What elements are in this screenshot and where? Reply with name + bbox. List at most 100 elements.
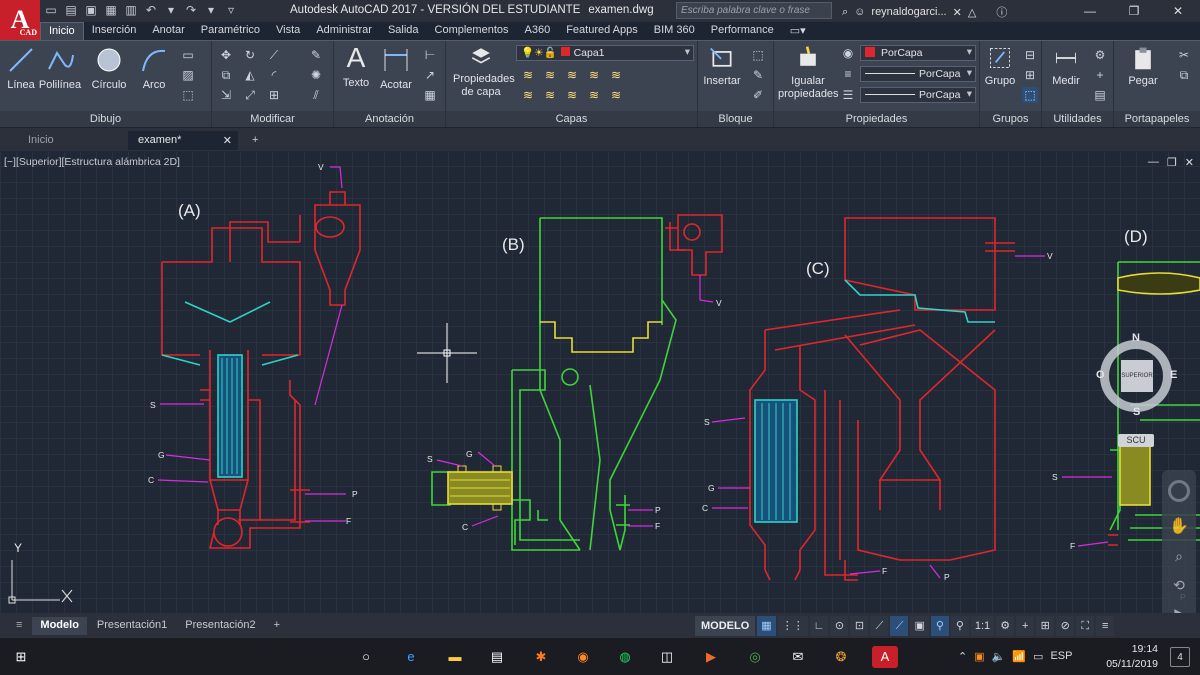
tab-insercion[interactable]: Inserción xyxy=(84,22,145,40)
plot-icon[interactable]: ▥ xyxy=(124,3,138,17)
doc-tab-close-icon[interactable]: ✕ xyxy=(223,134,232,147)
lineweight-toggle-icon[interactable]: ⟋ xyxy=(890,616,909,636)
clock[interactable]: 19:14 05/11/2019 xyxy=(1106,642,1158,672)
save-icon[interactable]: ▣ xyxy=(84,3,98,17)
offset-icon[interactable]: ⫽ xyxy=(308,87,324,103)
tab-vista[interactable]: Vista xyxy=(268,22,308,40)
rotate-icon[interactable]: ↻ xyxy=(242,47,258,63)
viewcube-east[interactable]: E xyxy=(1170,369,1177,381)
linetype-dropdown[interactable]: PorCapa xyxy=(860,66,976,82)
mail-icon[interactable]: ✉ xyxy=(787,646,809,668)
panel-title-dibujo[interactable]: Dibujo xyxy=(0,111,211,127)
tab-featured-apps[interactable]: Featured Apps xyxy=(558,22,646,40)
osnap-icon[interactable]: ⊡ xyxy=(850,616,869,636)
block-create-icon[interactable]: ⬚ xyxy=(750,47,766,63)
layer-isolate-icon[interactable]: ≋ xyxy=(520,67,536,83)
layout-tab-presentacion2[interactable]: Presentación2 xyxy=(177,617,263,635)
layer-off-icon[interactable]: ≋ xyxy=(564,67,580,83)
app-icon-box[interactable]: ◫ xyxy=(656,646,678,668)
viewcube-north[interactable]: N xyxy=(1132,332,1140,344)
layer-previous-icon[interactable]: ≋ xyxy=(542,87,558,103)
polyline-button[interactable]: Polilínea xyxy=(38,45,82,92)
ribbon-options-icon[interactable]: ▭▾ xyxy=(782,22,814,40)
undo-dropdown-icon[interactable]: ▾ xyxy=(164,3,178,17)
cortana-icon[interactable]: ○ xyxy=(355,646,377,668)
layer-lock-tool-icon[interactable]: ≋ xyxy=(608,67,624,83)
exchange-icon[interactable]: ✕ xyxy=(953,6,962,19)
calculator-icon[interactable]: ▤ xyxy=(1092,87,1108,103)
point-icon[interactable]: + xyxy=(1092,67,1108,83)
windows-start-icon[interactable]: ⊞ xyxy=(10,646,32,668)
units-icon[interactable]: ⊞ xyxy=(1036,616,1055,636)
doc-tab-inicio[interactable]: Inicio xyxy=(18,131,64,150)
copy-clip-icon[interactable]: ⧉ xyxy=(1176,67,1192,83)
tab-complementos[interactable]: Complementos xyxy=(427,22,517,40)
lineweight-dropdown[interactable]: PorCapa xyxy=(860,87,976,103)
app-icon-orange[interactable]: ❂ xyxy=(830,646,852,668)
tab-anotar[interactable]: Anotar xyxy=(144,22,192,40)
otrack-icon[interactable]: ⟋ xyxy=(870,616,889,636)
showmotion-icon[interactable]: ▶ xyxy=(1162,606,1196,613)
layout-tab-presentacion1[interactable]: Presentación1 xyxy=(89,617,175,635)
edge-icon[interactable]: e xyxy=(400,646,422,668)
firefox-icon[interactable]: ◉ xyxy=(572,646,594,668)
new-tab-icon[interactable]: + xyxy=(242,131,268,150)
quick-select-icon[interactable]: ⚙ xyxy=(1092,47,1108,63)
array-icon[interactable]: ⊞ xyxy=(266,87,282,103)
zoom-extents-icon[interactable]: ⌕ xyxy=(1162,548,1196,565)
fullscreen-icon[interactable]: ⛶ xyxy=(1076,616,1095,636)
measure-button[interactable]: Medir xyxy=(1044,45,1088,88)
layout-menu-icon[interactable]: ≡ xyxy=(8,617,30,635)
file-explorer-icon[interactable]: ▬ xyxy=(444,646,466,668)
isolate-objects-icon[interactable]: ⊘ xyxy=(1056,616,1075,636)
application-menu-button[interactable]: A CAD xyxy=(0,0,40,40)
table-icon[interactable]: ▦ xyxy=(422,87,438,103)
ortho-icon[interactable]: ∟ xyxy=(809,616,829,636)
user-icon[interactable]: ☺ xyxy=(854,6,865,18)
tab-a360[interactable]: A360 xyxy=(517,22,559,40)
multileader-icon[interactable]: ↗ xyxy=(422,67,438,83)
viewcube-west[interactable]: O xyxy=(1096,369,1105,381)
save-as-icon[interactable]: ▦ xyxy=(104,3,118,17)
annotation-monitor-icon[interactable]: + xyxy=(1016,616,1035,636)
wcs-menu[interactable]: SCU xyxy=(1118,434,1154,447)
rectangle-icon[interactable]: ▭ xyxy=(180,47,196,63)
action-center-icon[interactable]: 4 xyxy=(1170,647,1190,667)
leader-icon[interactable]: ⊢ xyxy=(422,47,438,63)
workspace-gear-icon[interactable]: ⚙ xyxy=(996,616,1015,636)
spotify-icon[interactable]: ◍ xyxy=(614,646,636,668)
open-icon[interactable]: ▤ xyxy=(64,3,78,17)
match-properties-button[interactable]: Igualar propiedades xyxy=(776,45,840,101)
fillet-icon[interactable]: ◜ xyxy=(266,67,282,83)
cut-icon[interactable]: ✂ xyxy=(1176,47,1192,63)
autocad-taskbar-icon[interactable]: A xyxy=(872,646,898,668)
lineweight-icon[interactable]: ☰ xyxy=(840,87,856,103)
paste-button[interactable]: Pegar xyxy=(1122,45,1164,88)
redo-icon[interactable]: ↷ xyxy=(184,3,198,17)
color-dropdown[interactable]: PorCapa xyxy=(860,45,976,61)
panel-title-modificar[interactable]: Modificar xyxy=(212,111,333,127)
user-name[interactable]: reynaldogarci... xyxy=(871,6,946,18)
mirror-icon[interactable]: ◭ xyxy=(242,67,258,83)
grid-icon[interactable]: ▦ xyxy=(757,616,776,636)
hatch-icon[interactable]: ▨ xyxy=(180,67,196,83)
panel-title-anotacion[interactable]: Anotación xyxy=(334,111,445,127)
explode-icon[interactable]: ✺ xyxy=(308,67,324,83)
layer-properties-button[interactable]: Propiedades de capa xyxy=(448,45,515,99)
qat-customize-icon[interactable]: ▿ xyxy=(224,3,238,17)
viewcube-south[interactable]: S xyxy=(1133,406,1140,418)
circle-button[interactable]: Círculo xyxy=(88,45,130,92)
viewcube-face[interactable]: SUPERIOR xyxy=(1121,360,1153,392)
layer-dropdown[interactable]: 💡☀🔓 Capa1 xyxy=(516,45,694,61)
text-button[interactable]: A Texto xyxy=(338,43,374,90)
copy-icon[interactable]: ⧉ xyxy=(218,67,234,83)
panel-title-grupos[interactable]: Grupos xyxy=(980,111,1041,127)
redo-dropdown-icon[interactable]: ▾ xyxy=(204,3,218,17)
store-icon[interactable]: ▤ xyxy=(486,646,508,668)
media-player-icon[interactable]: ▶ xyxy=(700,646,722,668)
chrome-icon[interactable]: ◎ xyxy=(744,646,766,668)
layer-unisolate-icon[interactable]: ≋ xyxy=(542,67,558,83)
battery-icon[interactable]: ▭ xyxy=(1033,650,1043,663)
trim-icon[interactable]: ⟋ xyxy=(266,47,282,63)
snap-icon[interactable]: ⋮⋮ xyxy=(777,616,808,636)
